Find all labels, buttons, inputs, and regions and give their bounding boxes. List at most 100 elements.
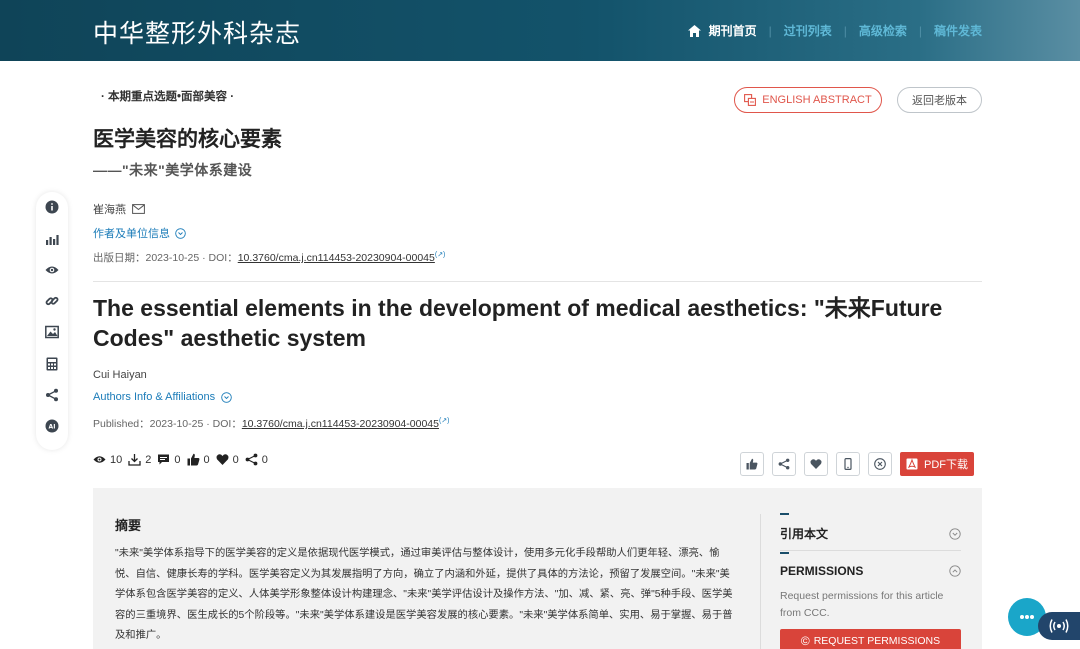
nav-home-label: 期刊首页 <box>708 24 757 38</box>
ai-icon[interactable]: AI <box>44 419 60 434</box>
chevron-down-icon <box>175 227 186 239</box>
image-icon[interactable] <box>44 325 60 340</box>
cancel-button[interactable] <box>868 452 892 476</box>
external-link-icon: (↗) <box>438 417 450 425</box>
cite-label: 引用本文 <box>780 527 829 541</box>
share-icon <box>778 458 790 470</box>
heart-icon <box>216 454 229 465</box>
stat-shares: 0 <box>245 453 268 466</box>
comments-count: 0 <box>174 453 181 466</box>
info-icon[interactable] <box>44 200 60 215</box>
author-name-zh[interactable]: 崔海燕 <box>93 201 126 217</box>
thumbs-up-icon <box>746 458 758 470</box>
nav-home[interactable]: 期刊首页 <box>687 22 757 39</box>
downloads-count: 2 <box>145 453 152 466</box>
site-header: 中华整形外科杂志 期刊首页 | 过刊列表 | 高级检索 | 稿件发表 <box>0 0 1080 61</box>
favorites-count: 0 <box>232 453 239 466</box>
abstract-text: "未来"美学体系指导下的医学美容的定义是依据现代医学模式，通过审美评估与整体设计… <box>115 548 733 641</box>
doi-link-en[interactable]: 10.3760/cma.j.cn114453-20230904-00045 <box>242 418 439 430</box>
pub-date-zh: 出版日期：2023-10-25 · DOI： <box>93 252 238 264</box>
article-title-en: The essential elements in the developmen… <box>93 295 943 351</box>
pdf-download-button[interactable]: PDF下载 <box>900 452 974 476</box>
chevron-up-icon <box>949 565 961 577</box>
metrics-icon[interactable] <box>44 231 60 246</box>
svg-text:AI: AI <box>49 424 56 431</box>
permissions-text: Request permissions for this article fro… <box>780 590 944 619</box>
request-permissions-button[interactable]: © REQUEST PERMISSIONS <box>780 629 961 649</box>
broadcast-button[interactable] <box>1038 612 1080 640</box>
request-permissions-label: REQUEST PERMISSIONS <box>813 635 941 647</box>
pub-date-en: Published：2023-10-25 · DOI： <box>93 418 242 430</box>
stat-views: 10 <box>93 453 122 466</box>
nav-advanced-search[interactable]: 高级检索 <box>859 22 907 39</box>
stat-favorites: 0 <box>216 453 239 466</box>
column-tag: · 本期重点选题•面部美容 · <box>101 91 235 103</box>
share-icon[interactable] <box>44 388 60 403</box>
calculator-icon[interactable] <box>44 356 60 371</box>
article-stats: 10 2 0 0 0 0 <box>93 453 274 466</box>
section-divider <box>93 281 982 282</box>
site-title[interactable]: 中华整形外科杂志 <box>93 14 301 50</box>
old-version-button[interactable]: 返回老版本 <box>897 87 982 113</box>
copyright-icon: © <box>800 634 810 648</box>
abstract-title: 摘要 <box>115 518 142 533</box>
author-affiliation-label-en: Authors Info & Affiliations <box>93 391 216 403</box>
cite-section[interactable]: 引用本文 <box>780 513 961 542</box>
stat-likes: 0 <box>187 453 210 466</box>
article-tool-rail: AI <box>36 192 68 450</box>
nav-past-issues[interactable]: 过刊列表 <box>784 22 832 39</box>
views-count: 10 <box>110 453 123 466</box>
permissions-section[interactable]: PERMISSIONS <box>780 552 961 578</box>
author-affiliation-toggle-zh[interactable]: 作者及单位信息 <box>93 225 186 241</box>
eye-icon[interactable] <box>44 263 60 278</box>
link-icon[interactable] <box>44 294 60 309</box>
favorite-button[interactable] <box>804 452 828 476</box>
chevron-down-icon <box>949 527 961 540</box>
abstract-sidebar: 引用本文 PERMISSIONS Request permissions for… <box>760 488 982 649</box>
broadcast-icon <box>1049 619 1069 633</box>
english-abstract-button[interactable]: ENGLISH ABSTRACT <box>734 87 882 113</box>
share-icon <box>245 453 258 466</box>
stat-downloads: 2 <box>128 453 151 466</box>
nav-separator: | <box>918 23 922 38</box>
mobile-icon <box>844 458 852 470</box>
pdf-download-label: PDF下载 <box>924 459 968 471</box>
translate-icon <box>744 94 757 106</box>
external-link-icon: (↗) <box>434 251 446 259</box>
comment-icon <box>158 454 170 465</box>
abstract-panel: 摘要 "未来"美学体系指导下的医学美容的定义是依据现代医学模式，通过审美评估与整… <box>93 488 982 649</box>
doi-link-zh[interactable]: 10.3760/cma.j.cn114453-20230904-00045 <box>238 252 435 264</box>
section-accent <box>780 552 789 554</box>
permissions-label: PERMISSIONS <box>780 564 864 578</box>
eye-icon <box>93 456 106 463</box>
nav-separator: | <box>768 23 772 38</box>
pdf-icon <box>906 458 918 470</box>
mail-icon[interactable] <box>132 204 145 214</box>
home-icon <box>687 24 701 37</box>
author-affiliation-toggle-en[interactable]: Authors Info & Affiliations <box>93 391 232 403</box>
author-name-en[interactable]: Cui Haiyan <box>93 369 147 381</box>
chat-icon <box>1020 615 1034 619</box>
author-affiliation-label-zh: 作者及单位信息 <box>93 228 170 240</box>
mobile-view-button[interactable] <box>836 452 860 476</box>
chevron-down-icon <box>221 391 232 403</box>
thumbs-up-icon <box>187 453 199 466</box>
article-actions: PDF下载 <box>740 452 974 476</box>
article-title-zh: 医学美容的核心要素 <box>93 127 282 151</box>
nav-submission[interactable]: 稿件发表 <box>934 22 982 39</box>
publication-meta-zh: 出版日期：2023-10-25 · DOI：10.3760/cma.j.cn11… <box>93 250 445 265</box>
heart-icon <box>810 459 822 469</box>
close-circle-icon <box>874 458 886 470</box>
section-accent <box>780 513 789 515</box>
article-subtitle-zh: ——"未来"美学体系建设 <box>93 162 253 178</box>
english-abstract-label: ENGLISH ABSTRACT <box>762 94 872 106</box>
sidebar-separator <box>780 550 961 551</box>
download-icon <box>128 454 141 466</box>
top-nav: 期刊首页 | 过刊列表 | 高级检索 | 稿件发表 <box>687 22 982 39</box>
like-button[interactable] <box>740 452 764 476</box>
shares-count: 0 <box>261 453 268 466</box>
stat-comments: 0 <box>157 453 181 466</box>
share-button[interactable] <box>772 452 796 476</box>
author-zh: 崔海燕 <box>93 201 145 217</box>
publication-meta-en: Published：2023-10-25 · DOI：10.3760/cma.j… <box>93 416 450 431</box>
